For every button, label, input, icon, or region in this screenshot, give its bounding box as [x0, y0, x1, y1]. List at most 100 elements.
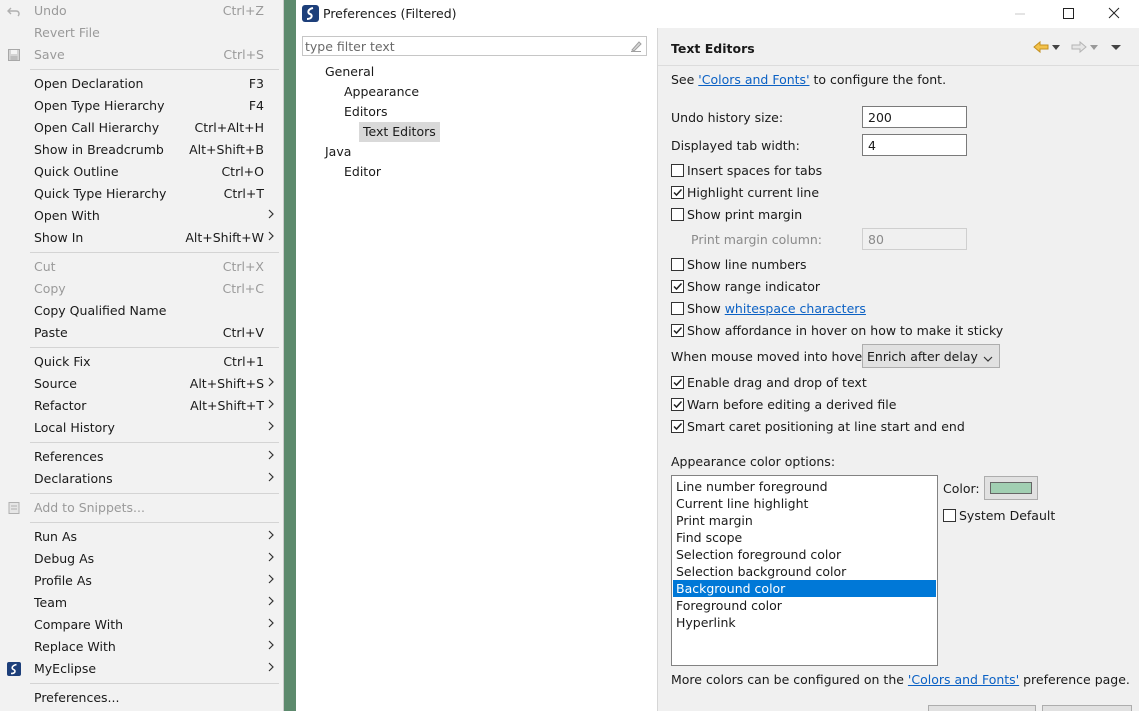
more-colors-text: More colors can be configured on the 'Co…: [671, 672, 1130, 687]
color-option-find-scope[interactable]: Find scope: [673, 529, 936, 546]
minimize-button[interactable]: [996, 0, 1042, 28]
menu-item-source[interactable]: Source Alt+Shift+S: [0, 373, 283, 395]
color-option-selection-foreground-color[interactable]: Selection foreground color: [673, 546, 936, 563]
whitespace-characters-link[interactable]: whitespace characters: [725, 301, 866, 316]
tree-node-editor[interactable]: Editor: [340, 162, 385, 182]
forward-dropdown-icon[interactable]: [1089, 41, 1105, 57]
checkbox-box[interactable]: [671, 186, 684, 199]
tab-width-field[interactable]: [862, 134, 967, 156]
menu-item-references[interactable]: References: [0, 446, 283, 468]
undo-history-field[interactable]: [862, 106, 967, 128]
tab-width-input[interactable]: [863, 135, 966, 155]
submenu-arrow-icon: [268, 529, 274, 543]
menu-item-revert-file[interactable]: Revert File: [0, 22, 283, 44]
menu-item-quick-type-hierarchy[interactable]: Quick Type Hierarchy Ctrl+T: [0, 183, 283, 205]
color-label: Color:: [943, 481, 980, 496]
menu-item-profile-as[interactable]: Profile As: [0, 570, 283, 592]
menu-item-shortcut: Ctrl+1: [223, 354, 264, 369]
menu-item-myeclipse[interactable]: MyEclipse: [0, 658, 283, 680]
clear-filter-icon[interactable]: [629, 39, 643, 53]
menu-item-label: Team: [34, 595, 68, 610]
close-button[interactable]: [1092, 0, 1138, 28]
checkbox-box[interactable]: [671, 398, 684, 411]
menu-item-team[interactable]: Team: [0, 592, 283, 614]
color-option-selection-background-color[interactable]: Selection background color: [673, 563, 936, 580]
color-option-current-line-highlight[interactable]: Current line highlight: [673, 495, 936, 512]
color-option-background-color[interactable]: Background color: [673, 580, 936, 597]
checkbox-box[interactable]: [671, 258, 684, 271]
forward-arrow-icon[interactable]: [1071, 39, 1087, 55]
print-margin-column-field: [862, 228, 967, 250]
menu-item-open-with[interactable]: Open With: [0, 205, 283, 227]
menu-item-debug-as[interactable]: Debug As: [0, 548, 283, 570]
apply-button-edge[interactable]: [928, 705, 1036, 711]
checkbox-box[interactable]: [671, 208, 684, 221]
checkbox-label: Smart caret positioning at line start an…: [687, 419, 965, 434]
menu-item-shortcut: Ctrl+Alt+H: [194, 120, 264, 135]
undo-history-input[interactable]: [863, 107, 966, 127]
menu-item-shortcut: Ctrl+V: [222, 325, 264, 340]
back-dropdown-icon[interactable]: [1051, 41, 1067, 57]
menu-item-cut[interactable]: Cut Ctrl+X: [0, 256, 283, 278]
menu-item-compare-with[interactable]: Compare With: [0, 614, 283, 636]
colors-and-fonts-link[interactable]: 'Colors and Fonts': [698, 72, 809, 87]
menu-item-preferences[interactable]: Preferences...: [0, 687, 283, 709]
checkbox-box[interactable]: [671, 302, 684, 315]
checkbox-box[interactable]: [671, 164, 684, 177]
color-option-foreground-color[interactable]: Foreground color: [673, 597, 936, 614]
menu-item-paste[interactable]: Paste Ctrl+V: [0, 322, 283, 344]
tree-node-text-editors[interactable]: Text Editors: [359, 122, 440, 142]
menu-item-label: Save: [34, 47, 65, 62]
view-menu-icon[interactable]: [1110, 41, 1126, 57]
menu-item-save[interactable]: Save Ctrl+S: [0, 44, 283, 66]
tree-node-editors[interactable]: Editors: [340, 102, 392, 122]
menu-item-label: Paste: [34, 325, 68, 340]
menu-item-declarations[interactable]: Declarations: [0, 468, 283, 490]
menu-item-open-type-hierarchy[interactable]: Open Type Hierarchy F4: [0, 95, 283, 117]
maximize-button[interactable]: [1045, 0, 1091, 28]
menu-item-shortcut: Ctrl+C: [222, 281, 264, 296]
default-button-edge[interactable]: [1042, 705, 1132, 711]
back-arrow-icon[interactable]: [1033, 39, 1049, 55]
checkbox-box[interactable]: [671, 280, 684, 293]
menu-item-refactor[interactable]: Refactor Alt+Shift+T: [0, 395, 283, 417]
color-option-print-margin[interactable]: Print margin: [673, 512, 936, 529]
menu-item-undo[interactable]: Undo Ctrl+Z: [0, 0, 283, 22]
color-option-line-number-foreground[interactable]: Line number foreground: [673, 478, 936, 495]
menu-item-copy-qualified-name[interactable]: Copy Qualified Name: [0, 300, 283, 322]
menu-item-shortcut: Ctrl+Z: [222, 3, 264, 18]
menu-item-open-declaration[interactable]: Open Declaration F3: [0, 73, 283, 95]
checkbox-box[interactable]: [943, 509, 956, 522]
menu-item-add-to-snippets[interactable]: Add to Snippets...: [0, 497, 283, 519]
menu-item-run-as[interactable]: Run As: [0, 526, 283, 548]
checkbox-box[interactable]: [671, 376, 684, 389]
menu-item-show-in[interactable]: Show In Alt+Shift+W: [0, 227, 283, 249]
colors-and-fonts-page-link[interactable]: 'Colors and Fonts': [908, 672, 1019, 687]
color-options-list[interactable]: Line number foreground Current line highl…: [671, 475, 938, 666]
tree-node-general[interactable]: General: [321, 62, 378, 82]
menu-item-replace-with[interactable]: Replace With: [0, 636, 283, 658]
myeclipse-icon: [302, 5, 319, 22]
checkbox-box[interactable]: [671, 324, 684, 337]
menu-item-open-call-hierarchy[interactable]: Open Call Hierarchy Ctrl+Alt+H: [0, 117, 283, 139]
menu-item-local-history[interactable]: Local History: [0, 417, 283, 439]
menu-item-quick-outline[interactable]: Quick Outline Ctrl+O: [0, 161, 283, 183]
menu-item-label: Source: [34, 376, 77, 391]
color-swatch: [990, 482, 1032, 494]
menu-item-label: Compare With: [34, 617, 124, 632]
snippet-icon: [7, 501, 21, 515]
menu-item-show-in-breadcrumb[interactable]: Show in Breadcrumb Alt+Shift+B: [0, 139, 283, 161]
tree-node-appearance[interactable]: Appearance: [340, 82, 423, 102]
tree-node-java[interactable]: Java: [321, 142, 355, 162]
menu-item-label: Add to Snippets...: [34, 500, 145, 515]
color-picker-button[interactable]: [984, 476, 1038, 500]
menu-item-label: Local History: [34, 420, 115, 435]
color-option-hyperlink[interactable]: Hyperlink: [673, 614, 936, 631]
menu-item-quick-fix[interactable]: Quick Fix Ctrl+1: [0, 351, 283, 373]
hover-behavior-select[interactable]: Enrich after delay: [862, 344, 1000, 368]
menu-item-copy[interactable]: Copy Ctrl+C: [0, 278, 283, 300]
menu-item-label: Debug As: [34, 551, 95, 566]
filter-input[interactable]: [305, 38, 625, 54]
checkbox-box[interactable]: [671, 420, 684, 433]
see-prefix: See: [671, 72, 699, 87]
